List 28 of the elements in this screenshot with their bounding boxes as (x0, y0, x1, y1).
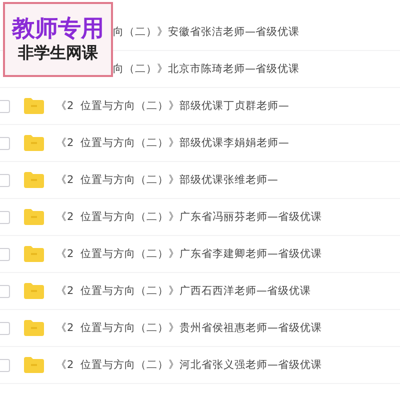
folder-icon (23, 356, 45, 374)
checkbox[interactable] (0, 210, 10, 224)
checkbox[interactable] (0, 358, 10, 372)
folder-icon (23, 208, 45, 226)
folder-icon (23, 171, 45, 189)
file-name[interactable]: 《2 位置与方向（二）》部级优课丁贞群老师— (56, 99, 289, 113)
checkbox[interactable] (0, 100, 10, 112)
file-name[interactable]: 《2 位置与方向（二）》部级优课张维老师— (56, 173, 278, 187)
file-name[interactable]: 《2 位置与方向（二）》贵州省侯祖惠老师—省级优课 (56, 321, 322, 335)
badge-title: 教师专用 (12, 17, 104, 42)
folder-icon (23, 97, 45, 115)
folder-icon (23, 319, 45, 337)
file-name[interactable]: 向（二）》北京市陈琦老师—省级优课 (113, 62, 300, 76)
file-name[interactable]: 向（二）》安徽省张洁老师—省级优课 (113, 25, 300, 39)
checkbox[interactable] (0, 136, 10, 150)
folder-icon (23, 282, 45, 300)
checkbox[interactable] (0, 284, 10, 298)
badge-subtitle: 非学生网课 (18, 44, 98, 62)
file-name[interactable]: 《2 位置与方向（二）》部级优课李娟娟老师— (56, 136, 289, 150)
folder-icon (23, 134, 45, 152)
file-name[interactable]: 《2 位置与方向（二）》河北省张义强老师—省级优课 (56, 358, 322, 372)
file-name[interactable]: 《2 位置与方向（二）》广东省冯丽芬老师—省级优课 (56, 210, 322, 224)
checkbox[interactable] (0, 248, 10, 260)
checkbox[interactable] (0, 174, 10, 186)
file-name[interactable]: 《2 位置与方向（二）》广西石西洋老师—省级优课 (56, 284, 311, 298)
folder-icon (23, 245, 45, 263)
file-name[interactable]: 《2 位置与方向（二）》广东省李建卿老师—省级优课 (56, 247, 322, 261)
checkbox[interactable] (0, 322, 10, 334)
